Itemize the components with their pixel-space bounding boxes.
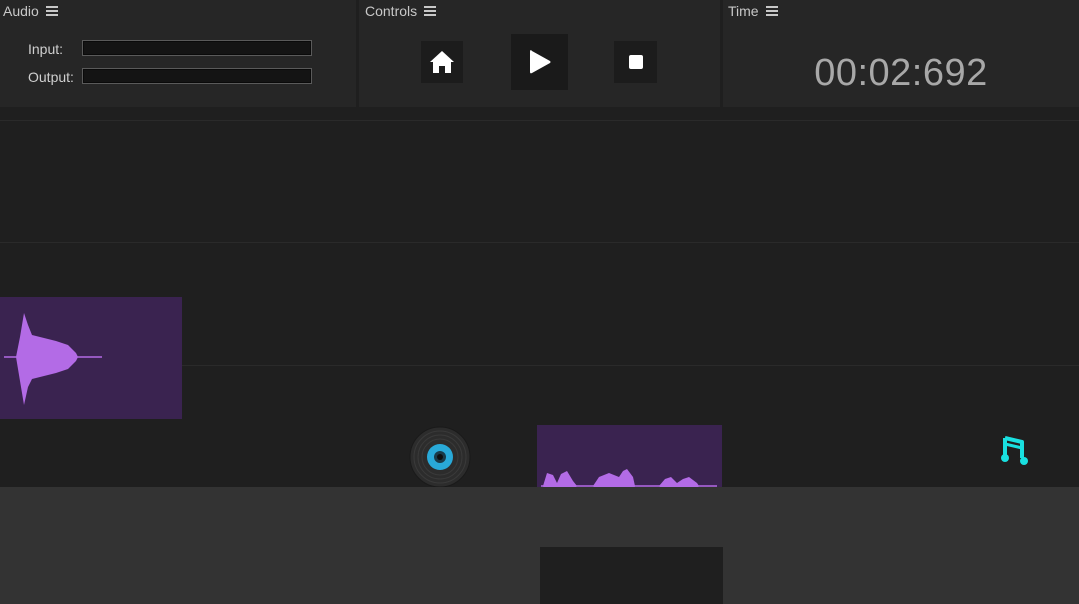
stop-button[interactable] bbox=[614, 41, 657, 83]
music-note-icon[interactable] bbox=[1000, 434, 1032, 468]
audio-panel-title: Audio bbox=[3, 3, 39, 19]
audio-panel: Audio Input: Output: bbox=[0, 0, 356, 107]
home-icon bbox=[430, 51, 454, 73]
menu-icon[interactable] bbox=[765, 6, 778, 16]
clip-drop-slot bbox=[540, 547, 723, 604]
output-level-meter bbox=[82, 68, 312, 84]
home-button[interactable] bbox=[421, 41, 463, 83]
input-label: Input: bbox=[28, 41, 64, 57]
audio-panel-header[interactable]: Audio bbox=[3, 2, 58, 20]
time-panel: Time 00:02:692 bbox=[723, 0, 1079, 107]
controls-panel-title: Controls bbox=[365, 3, 418, 19]
track-divider bbox=[0, 120, 1079, 121]
output-label: Output: bbox=[28, 69, 74, 85]
controls-panel-header[interactable]: Controls bbox=[365, 2, 437, 20]
audio-clip[interactable] bbox=[0, 297, 182, 419]
vinyl-disc-icon[interactable] bbox=[409, 426, 471, 488]
menu-icon[interactable] bbox=[45, 6, 58, 16]
time-panel-header[interactable]: Time bbox=[728, 2, 778, 20]
input-level-meter bbox=[82, 40, 312, 56]
time-display: 00:02:692 bbox=[814, 52, 988, 94]
controls-panel: Controls bbox=[359, 0, 720, 107]
play-button[interactable] bbox=[511, 34, 568, 90]
track-divider bbox=[0, 242, 1079, 243]
time-panel-title: Time bbox=[728, 3, 759, 19]
play-icon bbox=[529, 50, 550, 74]
menu-icon[interactable] bbox=[424, 6, 437, 16]
waveform bbox=[4, 313, 102, 405]
stop-icon bbox=[628, 55, 643, 69]
daw-workspace: Audio Input: Output: Controls Time 00:02… bbox=[0, 0, 1079, 604]
